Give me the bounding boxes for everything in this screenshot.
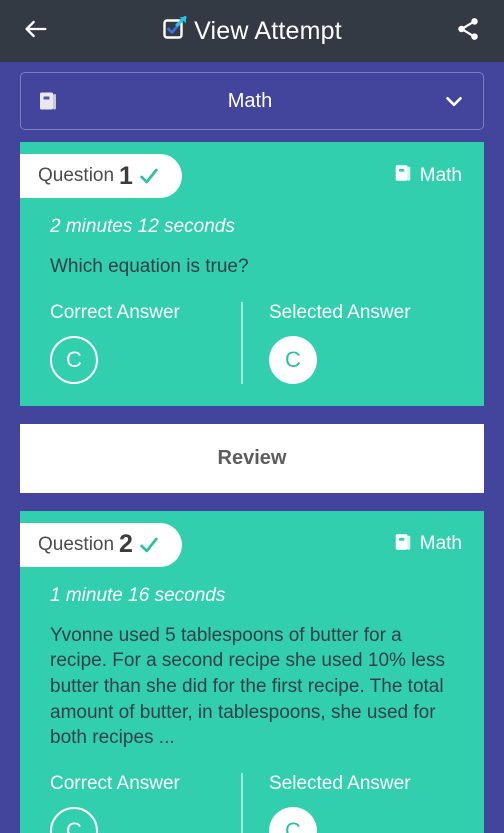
selected-answer-label: Selected Answer (269, 301, 411, 323)
book-icon (37, 90, 59, 112)
book-icon (393, 163, 413, 188)
selected-answer-value: C (269, 806, 317, 833)
arrow-left-icon (22, 15, 50, 48)
correct-answer-value: C (50, 335, 98, 384)
question-number-badge: Question 2 (20, 522, 182, 567)
back-button[interactable] (14, 9, 58, 53)
check-icon (138, 165, 160, 187)
correct-answer-label: Correct Answer (50, 772, 180, 794)
review-button-label: Review (217, 446, 287, 469)
question-text: Yvonne used 5 tablespoons of butter for … (50, 624, 445, 749)
question-subject-tag: Math (393, 523, 484, 557)
question-card-body: Question 1 Math 2 minutes 12 seconds Whi… (20, 142, 484, 406)
chevron-down-icon (441, 88, 467, 114)
question-card-header: Question 1 Math (20, 142, 484, 200)
correct-answer-label: Correct Answer (50, 301, 180, 323)
answers-row: Correct Answer C Selected Answer C (50, 280, 460, 406)
subject-dropdown[interactable]: Math (20, 72, 484, 130)
page-title: View Attempt (194, 16, 342, 45)
question-card-header: Question 2 Math (20, 511, 484, 569)
book-icon (393, 532, 413, 557)
selected-answer-value: C (269, 335, 317, 384)
question-badge-label: Question (38, 165, 115, 186)
card-spacer (20, 493, 484, 511)
answers-row: Correct Answer C Selected Answer C (50, 751, 460, 833)
question-list[interactable]: Question 1 Math 2 minutes 12 seconds Whi… (0, 142, 504, 833)
question-number: 1 (119, 161, 133, 190)
question-time: 1 minute 16 seconds (50, 584, 226, 606)
selected-answer-column: Selected Answer C (241, 772, 460, 833)
question-badge-label: Question (38, 533, 115, 555)
correct-answer-column: Correct Answer C (50, 773, 241, 833)
share-button[interactable] (446, 9, 490, 53)
question-content: 2 minutes 12 seconds Which equation is t… (20, 200, 484, 406)
correct-answer-column: Correct Answer C (50, 302, 241, 384)
app-bar-title-group: View Attempt (58, 15, 446, 47)
question-time: 2 minutes 12 seconds (50, 216, 235, 237)
question-number-badge: Question 1 (20, 154, 182, 198)
question-content: 1 minute 16 seconds Yvonne used 5 tables… (20, 569, 484, 833)
question-subject-label: Math (419, 533, 462, 555)
selected-answer-label: Selected Answer (269, 772, 411, 794)
question-number: 2 (119, 530, 133, 559)
review-button[interactable]: Review (20, 423, 484, 493)
app-bar: View Attempt (0, 0, 504, 62)
question-card: Question 1 Math 2 minutes 12 seconds Whi… (20, 142, 484, 493)
subject-selected-label: Math (227, 89, 273, 112)
checked-box-external-link-icon (162, 15, 188, 47)
question-text: Which equation is true? (50, 256, 249, 277)
question-card-body: Question 2 Math 1 minute 16 seconds Yvon… (20, 510, 484, 833)
question-subject-tag: Math (393, 154, 484, 188)
subject-selector-container: Math (0, 62, 504, 142)
correct-answer-value: C (50, 806, 98, 833)
question-subject-label: Math (419, 164, 462, 186)
share-icon (455, 16, 481, 47)
selected-answer-column: Selected Answer C (241, 301, 460, 384)
check-icon (138, 534, 160, 556)
question-card: Question 2 Math 1 minute 16 seconds Yvon… (20, 510, 484, 833)
